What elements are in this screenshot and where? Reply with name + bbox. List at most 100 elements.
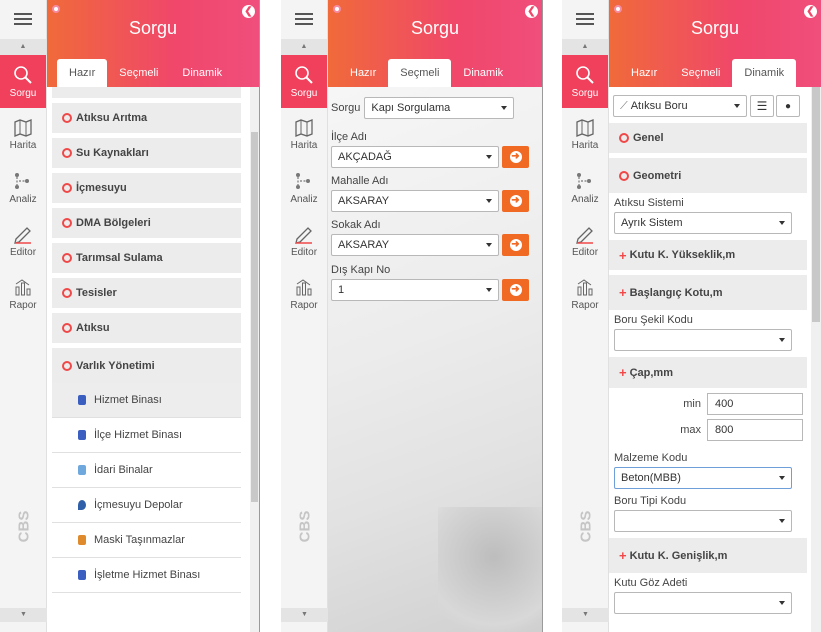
rail-label: Analiz xyxy=(290,193,318,205)
mahalle-select[interactable]: AKSARAY xyxy=(331,190,499,212)
circle-icon xyxy=(62,148,72,158)
rail-item-editor[interactable]: Editor xyxy=(281,214,327,267)
rail-label: Editor xyxy=(9,246,37,258)
tab-dinamik[interactable]: Dinamik xyxy=(170,59,234,87)
rail-item-rapor[interactable]: Rapor xyxy=(0,267,46,320)
rail-item-rapor[interactable]: Rapor xyxy=(562,267,608,320)
panel-hazir: ▲ Sorgu Harita Analiz Editor Rapor CBS ▼… xyxy=(0,0,260,632)
tab-secmeli[interactable]: Seçmeli xyxy=(107,59,170,87)
tab-secmeli[interactable]: Seçmeli xyxy=(388,59,452,87)
kutu-goz-select[interactable] xyxy=(614,592,792,614)
brand-label: CBS xyxy=(576,510,594,543)
category-item[interactable]: İçmesuyu xyxy=(52,173,241,208)
rail-item-rapor[interactable]: Rapor xyxy=(281,267,327,320)
tab-dinamik[interactable]: Dinamik xyxy=(451,59,515,87)
category-item[interactable]: Atıksu Arıtma xyxy=(52,103,241,138)
section-kutu-yukseklik[interactable]: + Kutu K. Yükseklik,m xyxy=(609,240,807,275)
rail-label: Sorgu xyxy=(9,87,37,99)
rail-scroll-down[interactable]: ▼ xyxy=(562,608,609,622)
menu-icon[interactable] xyxy=(281,0,327,37)
section-genel[interactable]: Genel xyxy=(609,123,807,158)
rail-item-sorgu[interactable]: Sorgu xyxy=(562,55,608,108)
sokak-select[interactable]: AKSARAY xyxy=(331,234,499,256)
ilce-select[interactable]: AKÇADAĞ xyxy=(331,146,499,168)
section-kutu-genislik[interactable]: + Kutu K. Genişlik,m xyxy=(609,538,807,573)
field-label: Dış Kapı No xyxy=(331,264,391,276)
max-input[interactable]: 800 xyxy=(707,419,803,441)
sorgu-select[interactable]: Kapı Sorgulama xyxy=(364,97,515,119)
min-input[interactable]: 400 xyxy=(707,393,803,415)
category-item[interactable]: DMA Bölgeleri xyxy=(52,208,241,243)
rail-scroll-up[interactable]: ▲ xyxy=(281,39,327,55)
layer-select[interactable]: ⟋ Atıksu Boru xyxy=(613,95,747,117)
rail-scroll-up[interactable]: ▲ xyxy=(562,39,608,55)
go-button[interactable]: ➜ xyxy=(502,190,529,212)
location-button[interactable]: ● xyxy=(776,95,800,117)
rail-scroll-up[interactable]: ▲ xyxy=(0,39,46,55)
malzeme-field: Malzeme Kodu Beton(MBB) xyxy=(609,444,807,495)
rail-label: Editor xyxy=(571,246,599,258)
list-item[interactable]: İlçe Hizmet Binası xyxy=(52,418,241,453)
rail-item-harita[interactable]: Harita xyxy=(562,108,608,161)
category-item[interactable]: Atıksu xyxy=(52,313,241,348)
kapi-select[interactable]: 1 xyxy=(331,279,499,301)
circle-icon xyxy=(62,323,72,333)
back-icon[interactable]: ❮ xyxy=(804,5,817,18)
rail-item-analiz[interactable]: Analiz xyxy=(562,161,608,214)
back-icon[interactable]: ❮ xyxy=(242,5,255,18)
rail-scroll-down[interactable]: ▼ xyxy=(0,608,47,622)
circle-icon xyxy=(619,170,629,181)
category-item[interactable]: Tesisler xyxy=(52,278,241,313)
malzeme-select[interactable]: Beton(MBB) xyxy=(614,467,792,489)
category-item[interactable]: Varlık Yönetimi xyxy=(52,348,241,383)
menu-icon[interactable] xyxy=(562,0,608,37)
search-icon xyxy=(14,65,32,84)
rail-item-editor[interactable]: Editor xyxy=(0,214,46,267)
rail-label: Analiz xyxy=(571,193,599,205)
chevron-down-icon xyxy=(779,519,785,523)
go-button[interactable]: ➜ xyxy=(502,146,529,168)
boru-sekil-select[interactable] xyxy=(614,329,792,351)
rail-scroll-down[interactable]: ▼ xyxy=(281,608,328,622)
tab-dinamik[interactable]: Dinamik xyxy=(732,59,797,87)
tab-secmeli[interactable]: Seçmeli xyxy=(669,59,732,87)
rail-item-editor[interactable]: Editor xyxy=(562,214,608,267)
tab-hazir[interactable]: Hazır xyxy=(57,59,108,87)
chevron-down-icon xyxy=(779,476,785,480)
tab-hazir[interactable]: Hazır xyxy=(338,59,388,87)
atiksu-sistemi-select[interactable]: Ayrık Sistem xyxy=(614,212,792,234)
pencil-icon xyxy=(14,226,31,244)
list-item[interactable]: Maski Taşınmazlar xyxy=(52,523,241,558)
category-item[interactable]: Tarımsal Sulama xyxy=(52,243,241,278)
list-button[interactable]: ☰ xyxy=(750,95,774,117)
list-item[interactable]: İdari Binalar xyxy=(52,453,241,488)
rail-label: Editor xyxy=(290,246,318,258)
list-item[interactable]: Hizmet Binası xyxy=(52,383,241,418)
scrollbar[interactable] xyxy=(811,87,821,632)
section-geometri[interactable]: Geometri xyxy=(609,158,807,193)
boru-tipi-select[interactable] xyxy=(614,510,792,532)
section-cap[interactable]: + Çap,mm xyxy=(609,357,807,392)
rail-item-analiz[interactable]: Analiz xyxy=(0,161,46,214)
go-button[interactable]: ➜ xyxy=(502,234,529,256)
rail-item-sorgu[interactable]: Sorgu xyxy=(0,55,46,108)
scrollbar[interactable] xyxy=(250,87,259,632)
menu-icon[interactable] xyxy=(0,0,46,37)
category-item[interactable]: Su Kaynakları xyxy=(52,138,241,173)
rail-item-analiz[interactable]: Analiz xyxy=(281,161,327,214)
list-item[interactable]: İşletme Hizmet Binası xyxy=(52,558,241,593)
go-button[interactable]: ➜ xyxy=(502,279,529,301)
map-icon xyxy=(576,118,594,137)
rail-item-harita[interactable]: Harita xyxy=(0,108,46,161)
rail-item-sorgu[interactable]: Sorgu xyxy=(281,55,327,108)
arrow-right-icon: ➜ xyxy=(509,195,522,207)
section-baslangic-kotu[interactable]: + Başlangıç Kotu,m xyxy=(609,275,807,310)
rail-item-harita[interactable]: Harita xyxy=(281,108,327,161)
rail-label: Harita xyxy=(9,139,37,151)
panel-dinamik: ▲ Sorgu Harita Analiz Editor Rapor CBS ▼… xyxy=(562,0,821,632)
arrow-right-icon: ➜ xyxy=(509,239,522,251)
tab-hazir[interactable]: Hazır xyxy=(619,59,669,87)
list-item[interactable]: İçmesuyu Depolar xyxy=(52,488,241,523)
analysis-icon xyxy=(15,172,29,189)
back-icon[interactable]: ❮ xyxy=(525,5,538,18)
